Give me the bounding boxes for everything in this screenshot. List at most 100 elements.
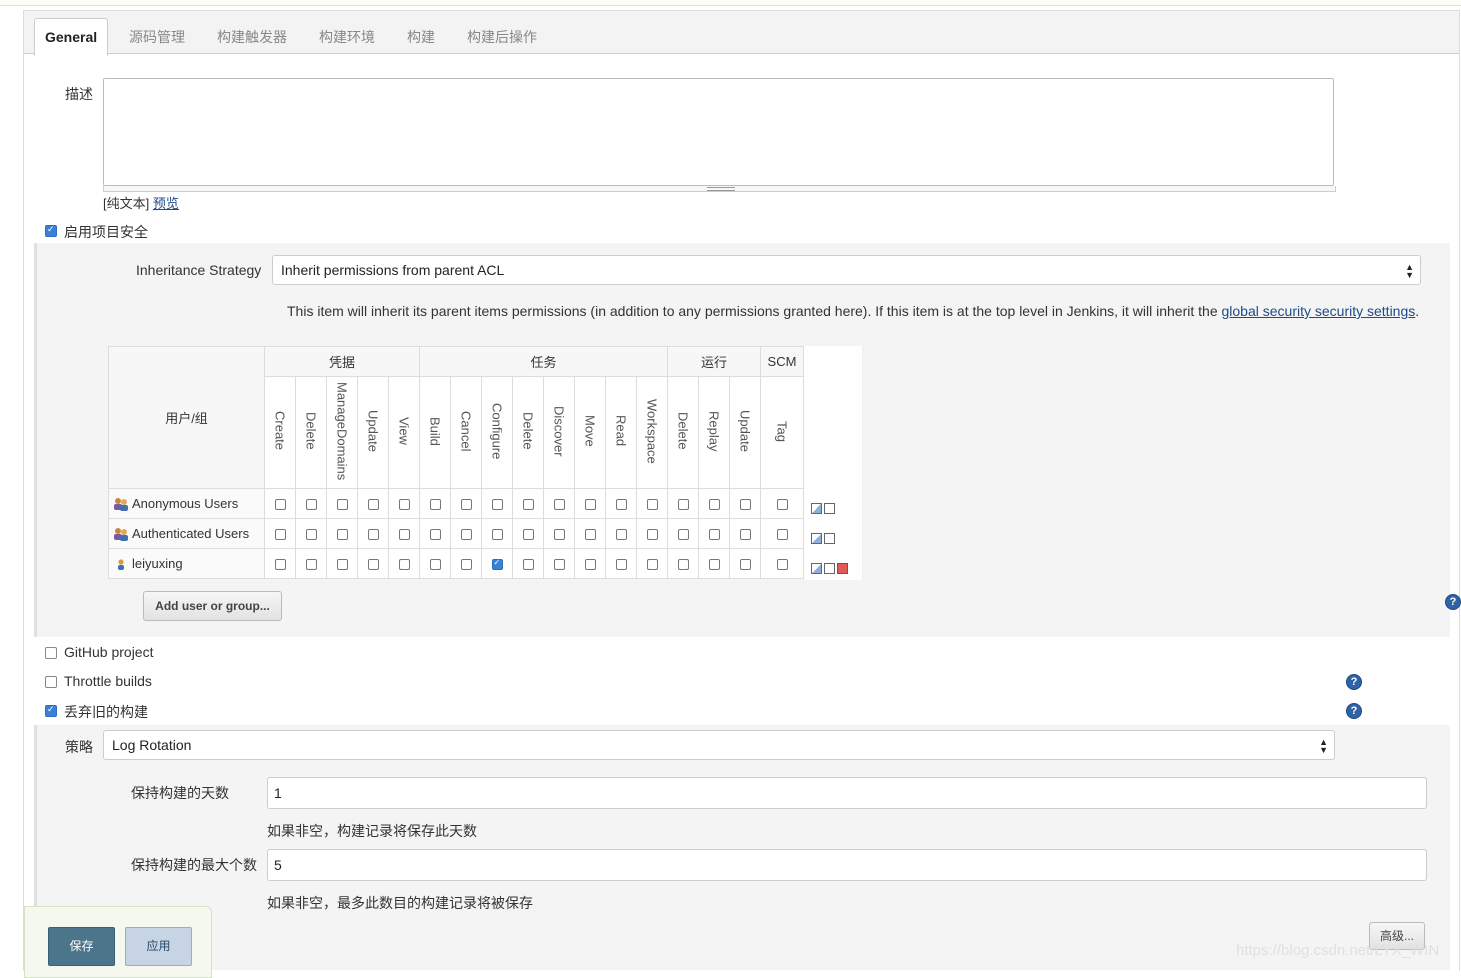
matrix-cell xyxy=(698,548,730,579)
permission-checkbox[interactable] xyxy=(460,529,472,541)
remove-user-icon[interactable] xyxy=(837,562,848,574)
permission-checkbox[interactable] xyxy=(615,559,627,571)
permission-checkbox[interactable] xyxy=(646,559,658,571)
unselect-all-icon[interactable] xyxy=(824,502,835,514)
perm-header: Configure xyxy=(489,402,505,460)
permission-checkbox[interactable] xyxy=(398,499,410,511)
days-to-keep-input[interactable]: 1 xyxy=(267,777,1427,809)
permission-checkbox[interactable] xyxy=(274,559,286,571)
matrix-cell xyxy=(326,488,358,519)
tab-post-build[interactable]: 构建后操作 xyxy=(467,27,537,47)
discard-old-builds-checkbox[interactable] xyxy=(45,704,57,717)
permission-checkbox[interactable] xyxy=(584,559,596,571)
permission-checkbox[interactable] xyxy=(646,529,658,541)
help-icon[interactable]: ? xyxy=(1346,674,1362,690)
permission-checkbox[interactable] xyxy=(739,529,751,541)
apply-button[interactable]: 应用 xyxy=(125,927,192,966)
matrix-cell xyxy=(512,488,544,519)
permission-checkbox[interactable] xyxy=(739,499,751,511)
add-user-or-group-button[interactable]: Add user or group... xyxy=(143,591,282,621)
description-textarea[interactable] xyxy=(103,78,1334,186)
permission-checkbox[interactable] xyxy=(336,559,348,571)
matrix-cell xyxy=(574,548,606,579)
save-button[interactable]: 保存 xyxy=(48,927,115,966)
permission-checkbox[interactable] xyxy=(553,529,565,541)
permission-checkbox[interactable] xyxy=(367,499,379,511)
permission-checkbox[interactable] xyxy=(336,529,348,541)
matrix-cell xyxy=(450,518,482,549)
select-all-icon[interactable] xyxy=(811,502,822,514)
permission-checkbox[interactable] xyxy=(491,558,503,571)
select-all-icon[interactable] xyxy=(811,562,822,574)
inheritance-info: This item will inherit its parent items … xyxy=(287,303,1420,319)
permission-checkbox[interactable] xyxy=(615,499,627,511)
permission-checkbox[interactable] xyxy=(553,499,565,511)
tab-build[interactable]: 构建 xyxy=(407,27,435,47)
strategy-select[interactable]: Log Rotation ▲ ▼ xyxy=(103,730,1335,760)
unselect-all-icon[interactable] xyxy=(824,562,835,574)
tab-general[interactable]: General xyxy=(34,18,109,56)
help-icon[interactable]: ? xyxy=(1445,594,1461,610)
permission-checkbox[interactable] xyxy=(708,529,720,541)
matrix-cell xyxy=(481,518,513,549)
permission-checkbox[interactable] xyxy=(336,499,348,511)
project-security-checkbox[interactable] xyxy=(45,224,57,237)
permission-checkbox[interactable] xyxy=(677,529,689,541)
select-all-icon[interactable] xyxy=(811,532,822,544)
permission-checkbox[interactable] xyxy=(367,559,379,571)
permission-checkbox[interactable] xyxy=(398,559,410,571)
permission-checkbox[interactable] xyxy=(274,499,286,511)
permission-checkbox[interactable] xyxy=(522,559,534,571)
permission-checkbox[interactable] xyxy=(305,559,317,571)
permission-checkbox[interactable] xyxy=(429,499,441,511)
permission-checkbox[interactable] xyxy=(305,499,317,511)
github-project-checkbox[interactable] xyxy=(45,647,57,659)
permission-checkbox[interactable] xyxy=(776,559,788,571)
matrix-cell xyxy=(760,488,804,519)
matrix-cell xyxy=(419,548,451,579)
max-builds-input[interactable]: 5 xyxy=(267,849,1427,881)
strategy-value: Log Rotation xyxy=(112,737,192,753)
unselect-all-icon[interactable] xyxy=(824,532,835,544)
help-icon[interactable]: ? xyxy=(1346,703,1362,719)
inheritance-strategy-select[interactable]: Inherit permissions from parent ACL ▲ ▼ xyxy=(272,255,1421,285)
perm-header: Discover xyxy=(551,405,567,457)
matrix-cell xyxy=(574,518,606,549)
matrix-cell xyxy=(636,548,668,579)
top-border xyxy=(0,0,1461,6)
tab-scm[interactable]: 源码管理 xyxy=(129,27,185,47)
permission-checkbox[interactable] xyxy=(615,529,627,541)
permission-checkbox[interactable] xyxy=(708,499,720,511)
permission-checkbox[interactable] xyxy=(553,559,565,571)
permission-checkbox[interactable] xyxy=(491,499,503,511)
permission-checkbox[interactable] xyxy=(491,529,503,541)
permission-checkbox[interactable] xyxy=(305,529,317,541)
permission-checkbox[interactable] xyxy=(429,559,441,571)
permission-checkbox[interactable] xyxy=(776,499,788,511)
permission-checkbox[interactable] xyxy=(584,499,596,511)
permission-checkbox[interactable] xyxy=(739,559,751,571)
permission-checkbox[interactable] xyxy=(677,559,689,571)
permission-checkbox[interactable] xyxy=(274,529,286,541)
permission-checkbox[interactable] xyxy=(460,499,472,511)
permission-checkbox[interactable] xyxy=(522,499,534,511)
matrix-cell xyxy=(388,518,420,549)
permission-checkbox[interactable] xyxy=(522,529,534,541)
tab-environment[interactable]: 构建环境 xyxy=(319,27,375,47)
permission-checkbox[interactable] xyxy=(460,559,472,571)
preview-link[interactable]: 预览 xyxy=(153,196,179,211)
user-group-icon xyxy=(113,527,129,542)
permission-checkbox[interactable] xyxy=(398,529,410,541)
permission-checkbox[interactable] xyxy=(677,499,689,511)
permission-checkbox[interactable] xyxy=(584,529,596,541)
row-actions xyxy=(811,499,837,515)
throttle-builds-checkbox[interactable] xyxy=(45,676,57,688)
permission-checkbox[interactable] xyxy=(367,529,379,541)
permission-checkbox[interactable] xyxy=(776,529,788,541)
permission-checkbox[interactable] xyxy=(708,559,720,571)
tab-triggers[interactable]: 构建触发器 xyxy=(217,27,287,47)
permission-checkbox[interactable] xyxy=(646,499,658,511)
global-security-link[interactable]: global security security settings xyxy=(1222,303,1416,319)
textarea-resize-handle[interactable] xyxy=(103,186,1336,192)
permission-checkbox[interactable] xyxy=(429,529,441,541)
